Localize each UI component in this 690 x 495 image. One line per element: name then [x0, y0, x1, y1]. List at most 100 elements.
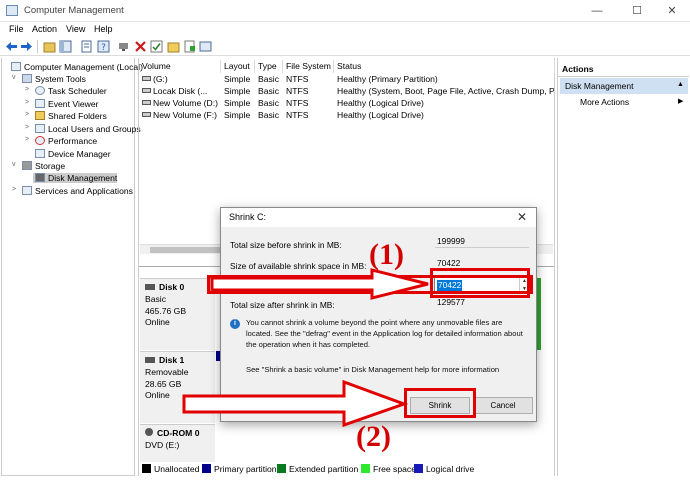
cell-layout: Simple	[224, 86, 251, 96]
column-header-status[interactable]: Status	[334, 60, 555, 73]
info-icon: i	[230, 319, 240, 329]
actions-header: Actions	[562, 64, 594, 74]
tree-item-local-users[interactable]: > Local Users and Groups	[25, 124, 141, 134]
menu-view[interactable]: View	[66, 24, 85, 34]
computer-management-icon	[6, 5, 18, 16]
highlight-box-input	[430, 268, 530, 298]
shrink-note: You cannot shrink a volume beyond the po…	[246, 318, 523, 349]
disk-1-info[interactable]: Disk 1 Removable 28.65 GB Online	[140, 351, 215, 423]
more-actions-link[interactable]: More Actions	[580, 97, 629, 107]
delete-icon[interactable]	[134, 40, 147, 53]
legend-swatch	[277, 464, 286, 473]
cell-fs: NTFS	[286, 98, 309, 108]
menu-bar: File Action View Help	[0, 22, 690, 38]
legend-item: Primary partition	[202, 464, 277, 474]
highlight-box-shrink	[404, 388, 476, 418]
view-icon[interactable]	[199, 40, 212, 53]
legend-swatch	[202, 464, 211, 473]
legend-item: Logical drive	[414, 464, 474, 474]
menu-file[interactable]: File	[9, 24, 24, 34]
console-tree-icon[interactable]	[59, 40, 72, 53]
cdrom-0-info[interactable]: CD-ROM 0 DVD (E:)	[140, 424, 215, 462]
table-row[interactable]: (G:)	[139, 74, 221, 84]
cell-status: Healthy (Logical Drive)	[337, 110, 424, 120]
table-row[interactable]: New Volume (F:)	[139, 110, 221, 120]
cell-type: Basic	[258, 98, 280, 108]
tree-item-task-scheduler[interactable]: > Task Scheduler	[25, 86, 107, 96]
cell-layout: Simple	[224, 74, 251, 84]
tree-item-event-viewer[interactable]: > Event Viewer	[25, 99, 98, 109]
dialog-close-button[interactable]: ✕	[517, 210, 527, 224]
maximize-button[interactable]: ☐	[622, 3, 652, 19]
cell-fs: NTFS	[286, 86, 309, 96]
shrink-help-text: See "Shrink a basic volume" in Disk Mana…	[246, 365, 500, 374]
close-button[interactable]: ✕	[657, 3, 687, 19]
cancel-button[interactable]: Cancel	[473, 397, 533, 414]
actions-section-disk-management[interactable]: Disk Management ▲	[560, 78, 688, 94]
tree-item-storage[interactable]: v Storage	[12, 161, 65, 171]
help-icon[interactable]: ?	[97, 40, 110, 53]
tree-item-device-manager[interactable]: Device Manager	[35, 149, 111, 159]
after-label: Total size after shrink in MB:	[230, 300, 335, 310]
total-before-label: Total size before shrink in MB:	[230, 240, 342, 250]
disk-icon	[145, 357, 155, 363]
console-tree: Computer Management (Local) v System Tool…	[1, 58, 143, 476]
menu-action[interactable]: Action	[32, 24, 57, 34]
step-1-label: (1)	[369, 238, 404, 271]
cdrom-icon	[145, 428, 153, 436]
tree-item-root[interactable]: Computer Management (Local)	[11, 62, 143, 72]
menu-help[interactable]: Help	[94, 24, 113, 34]
cell-type: Basic	[258, 74, 280, 84]
tree-item-performance[interactable]: > Performance	[25, 136, 97, 146]
actions-pane: Actions Disk Management ▲ More Actions ▶	[557, 58, 689, 476]
back-arrow-icon[interactable]	[5, 40, 18, 53]
window-title: Computer Management	[24, 5, 124, 16]
legend-item: Unallocated	[142, 464, 199, 474]
minimize-button[interactable]: —	[582, 3, 612, 19]
cell-layout: Simple	[224, 98, 251, 108]
tree-item-system-tools[interactable]: v System Tools	[12, 74, 86, 84]
cell-fs: NTFS	[286, 110, 309, 120]
after-value: 129577	[437, 297, 465, 307]
legend-item: Extended partition	[277, 464, 358, 474]
legend-item: Free space	[361, 464, 416, 474]
submenu-arrow-icon: ▶	[678, 98, 684, 105]
step-2-label: (2)	[356, 420, 391, 453]
cell-status: Healthy (Logical Drive)	[337, 98, 424, 108]
check-icon[interactable]	[150, 40, 163, 53]
total-before-value: 199999	[435, 236, 529, 248]
cell-type: Basic	[258, 110, 280, 120]
disk-icon	[145, 284, 155, 290]
cell-type: Basic	[258, 86, 280, 96]
tree-item-shared-folders[interactable]: > Shared Folders	[25, 111, 107, 121]
column-header-type[interactable]: Type	[255, 60, 283, 73]
tree-item-disk-management[interactable]: Disk Management	[33, 173, 117, 183]
title-bar: Computer Management — ☐ ✕	[0, 0, 690, 22]
cell-layout: Simple	[224, 110, 251, 120]
connect-icon[interactable]	[117, 40, 130, 53]
column-header-layout[interactable]: Layout	[221, 60, 255, 73]
svg-text:?: ?	[101, 43, 106, 53]
dialog-title: Shrink C:	[229, 212, 267, 222]
legend: Unallocated Primary partition Extended p…	[140, 463, 555, 475]
new-item-icon[interactable]	[183, 40, 196, 53]
toolbar: ?	[0, 38, 690, 56]
legend-swatch	[361, 464, 370, 473]
up-folder-icon[interactable]	[43, 40, 56, 53]
folder-icon[interactable]	[167, 40, 180, 53]
available-label: Size of available shrink space in MB:	[230, 261, 367, 271]
dialog-title-bar: Shrink C:	[221, 208, 536, 227]
legend-swatch	[414, 464, 423, 473]
collapse-icon: ▲	[677, 81, 684, 88]
properties-icon[interactable]	[80, 40, 93, 53]
legend-swatch	[142, 464, 151, 473]
tree-item-services[interactable]: > Services and Applications	[12, 186, 133, 196]
table-row[interactable]: Locak Disk (...	[139, 86, 221, 96]
column-header-file-system[interactable]: File System	[283, 60, 334, 73]
cell-fs: NTFS	[286, 74, 309, 84]
cell-status: Healthy (Primary Partition)	[337, 74, 438, 84]
column-header-volume[interactable]: Volume	[139, 60, 221, 73]
table-row[interactable]: New Volume (D:)	[139, 98, 221, 108]
disk-0-info[interactable]: Disk 0 Basic 465.76 GB Online	[140, 278, 215, 350]
forward-arrow-icon[interactable]	[20, 40, 33, 53]
